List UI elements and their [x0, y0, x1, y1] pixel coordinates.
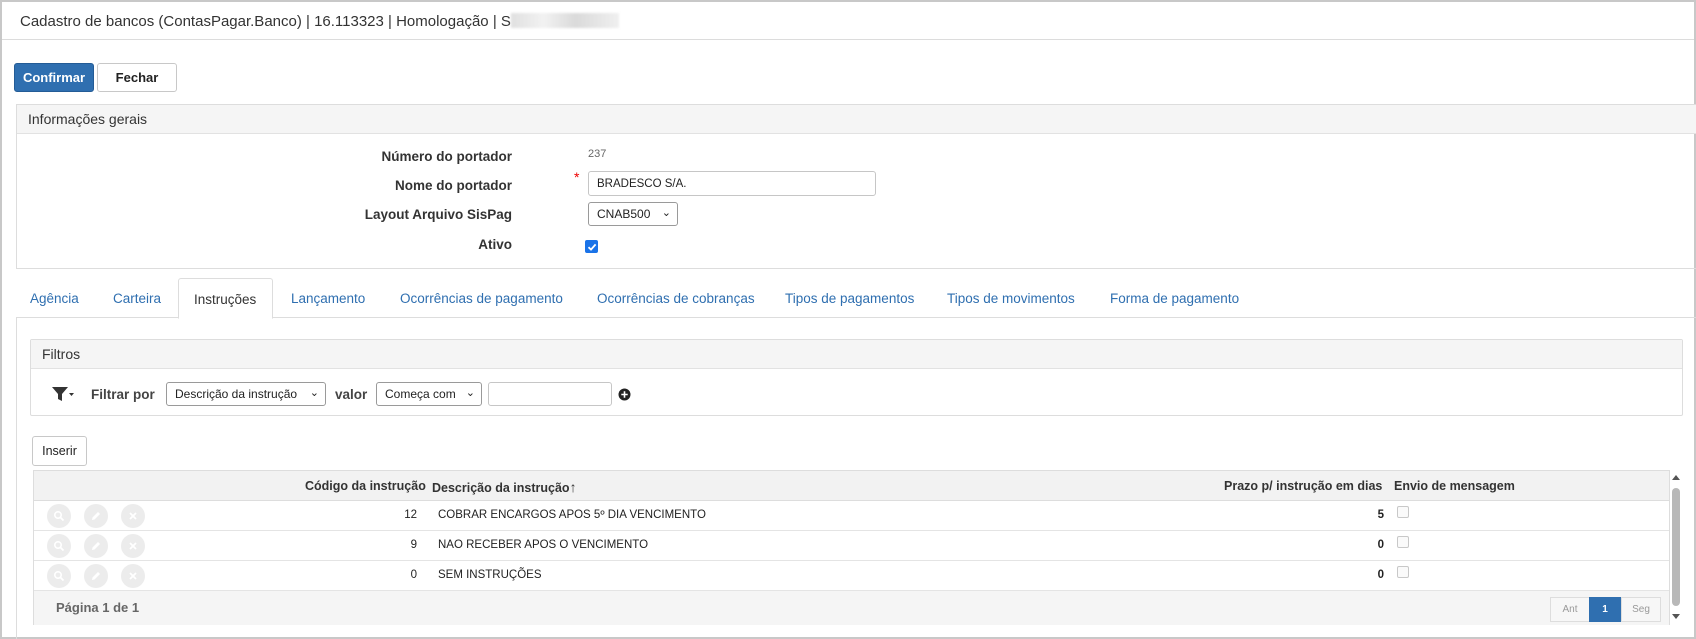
cell-description: COBRAR ENCARGOS APOS 5º DIA VENCIMENTO [438, 509, 706, 521]
tab-tipos-pagamentos[interactable]: Tipos de pagamentos [785, 278, 914, 318]
cell-days: 5 [1377, 509, 1384, 521]
general-info-heading: Informações gerais [17, 105, 1696, 134]
tab-ocorrencias-cobrancas[interactable]: Ocorrências de cobranças [597, 278, 755, 318]
layout-sispag-label: Layout Arquivo SisPag [364, 207, 512, 222]
required-indicator: * [574, 169, 580, 185]
chevron-down-icon: ⌄ [661, 207, 671, 219]
confirm-button[interactable]: Confirmar [14, 63, 94, 92]
tab-carteira[interactable]: Carteira [113, 278, 161, 318]
tab-lancamento[interactable]: Lançamento [291, 278, 365, 318]
tab-bar: Agência Carteira Instruções Lançamento O… [16, 278, 1696, 319]
vertical-scrollbar[interactable] [1670, 472, 1682, 622]
filter-field-value: Descrição da instrução [175, 387, 298, 401]
cell-days: 0 [1377, 539, 1384, 551]
layout-sispag-value: CNAB500 [597, 207, 651, 221]
edit-icon[interactable] [84, 534, 108, 558]
window-frame: Cadastro de bancos (ContasPagar.Banco) |… [0, 0, 1696, 639]
table-row[interactable]: 0 SEM INSTRUÇÕES 0 [34, 561, 1669, 591]
filter-operator-select[interactable]: Começa com ⌄ [376, 382, 482, 406]
cell-code: 9 [410, 539, 417, 551]
portador-name-label: Nome do portador [395, 178, 512, 193]
sort-ascending-icon: ↑ [569, 479, 577, 495]
tab-tipos-movimentos[interactable]: Tipos de movimentos [947, 278, 1075, 318]
insert-button[interactable]: Inserir [32, 436, 87, 466]
chevron-down-icon: ⌄ [309, 387, 319, 399]
edit-icon[interactable] [84, 564, 108, 588]
column-header-message[interactable]: Envio de mensagem [1394, 479, 1515, 493]
pager-page-button[interactable]: 1 [1589, 597, 1621, 622]
window-title: Cadastro de bancos (ContasPagar.Banco) |… [20, 13, 511, 30]
delete-icon[interactable] [121, 504, 145, 528]
layout-sispag-select[interactable]: CNAB500 ⌄ [588, 202, 678, 226]
instructions-grid: Código da instrução Descrição da instruç… [33, 470, 1670, 625]
active-label: Ativo [478, 237, 512, 252]
add-filter-icon[interactable] [618, 388, 631, 401]
grid-header: Código da instrução Descrição da instruç… [34, 471, 1669, 501]
column-header-code[interactable]: Código da instrução [305, 479, 426, 493]
view-icon[interactable] [47, 534, 71, 558]
scroll-up-icon[interactable] [1670, 472, 1682, 482]
filter-search-input[interactable] [488, 382, 612, 406]
view-icon[interactable] [47, 504, 71, 528]
cell-days: 0 [1377, 569, 1384, 581]
delete-icon[interactable] [121, 564, 145, 588]
portador-number-value: 237 [588, 148, 607, 160]
tab-agencia[interactable]: Agência [30, 278, 79, 318]
filters-heading: Filtros [31, 340, 1682, 369]
column-header-description[interactable]: Descrição da instrução↑ [432, 479, 577, 495]
tab-instrucoes[interactable]: Instruções [178, 278, 273, 319]
filter-operator-value: Começa com [385, 387, 456, 401]
portador-number-label: Número do portador [381, 149, 513, 164]
chevron-down-icon: ⌄ [465, 387, 475, 399]
pager-prev-button[interactable]: Ant [1550, 597, 1590, 622]
edit-icon[interactable] [84, 504, 108, 528]
cell-description: NAO RECEBER APOS O VENCIMENTO [438, 539, 649, 551]
filter-field-select[interactable]: Descrição da instrução ⌄ [166, 382, 326, 406]
active-checkbox[interactable] [585, 240, 598, 253]
window-title-bar: Cadastro de bancos (ContasPagar.Banco) |… [2, 2, 1694, 40]
message-checkbox[interactable] [1397, 536, 1409, 548]
cell-description: SEM INSTRUÇÕES [438, 569, 542, 581]
close-button[interactable]: Fechar [97, 63, 177, 92]
scrollbar-thumb[interactable] [1672, 488, 1680, 606]
redacted-text [510, 13, 619, 28]
filter-by-label: Filtrar por [91, 387, 155, 402]
table-row[interactable]: 9 NAO RECEBER APOS O VENCIMENTO 0 [34, 531, 1669, 561]
tab-forma-pagamento[interactable]: Forma de pagamento [1110, 278, 1239, 318]
filter-icon[interactable] [51, 385, 75, 403]
view-icon[interactable] [47, 564, 71, 588]
tab-ocorrencias-pagamento[interactable]: Ocorrências de pagamento [400, 278, 563, 318]
filter-value-label: valor [335, 387, 368, 402]
cell-code: 12 [404, 509, 417, 521]
pager-next-button[interactable]: Seg [1621, 597, 1661, 622]
scroll-down-icon[interactable] [1670, 612, 1682, 622]
page-info: Página 1 de 1 [56, 600, 140, 615]
message-checkbox[interactable] [1397, 506, 1409, 518]
grid-footer: Página 1 de 1 Ant 1 Seg [34, 591, 1669, 625]
delete-icon[interactable] [121, 534, 145, 558]
table-row[interactable]: 12 COBRAR ENCARGOS APOS 5º DIA VENCIMENT… [34, 501, 1669, 531]
cell-code: 0 [410, 569, 417, 581]
column-header-days[interactable]: Prazo p/ instrução em dias [1224, 479, 1382, 493]
message-checkbox[interactable] [1397, 566, 1409, 578]
checkmark-icon [587, 243, 597, 251]
portador-name-input[interactable] [588, 171, 876, 196]
